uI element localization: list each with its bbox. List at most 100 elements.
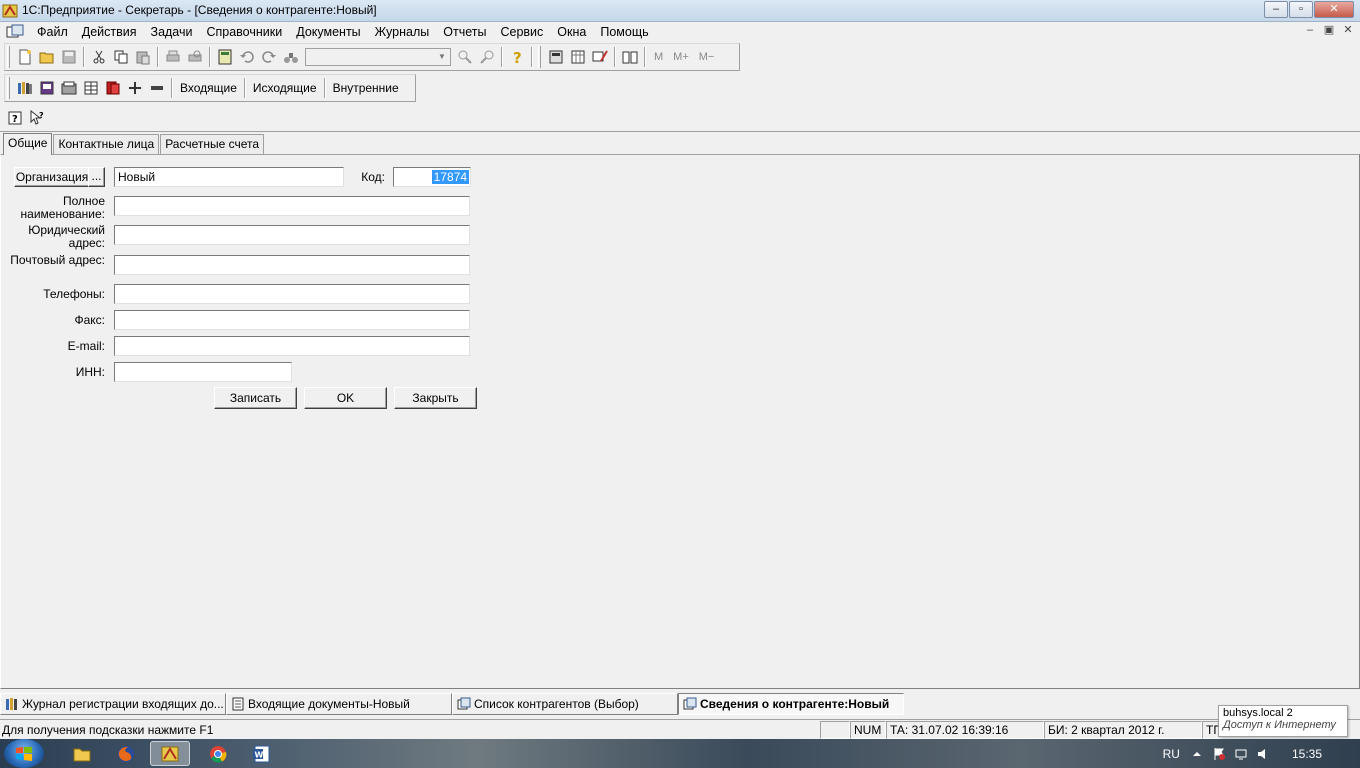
clock[interactable]: 15:35 [1292, 747, 1322, 761]
close-button[interactable]: ✕ [1314, 1, 1354, 18]
find-button[interactable] [280, 46, 302, 68]
organization-select-button[interactable]: ... [88, 167, 105, 187]
legal-address-input[interactable] [114, 225, 470, 245]
chevron-up-icon[interactable] [1190, 747, 1204, 761]
close-form-button[interactable]: Закрыть [394, 387, 477, 409]
maximize-button[interactable]: ▫ [1289, 1, 1313, 18]
name-input[interactable]: Новый [114, 167, 344, 187]
code-value: 17874 [431, 170, 469, 184]
window-tab-counterparties[interactable]: Список контрагентов (Выбор) [452, 693, 678, 715]
docs-button[interactable] [58, 77, 80, 99]
menu-journals[interactable]: Журналы [368, 25, 437, 39]
find-next-button[interactable] [454, 46, 476, 68]
language-indicator[interactable]: RU [1163, 747, 1180, 761]
help-button[interactable]: ? [506, 46, 528, 68]
volume-icon[interactable] [1256, 747, 1270, 761]
1c-app-icon [161, 746, 179, 761]
taskbar-1c[interactable] [150, 741, 190, 766]
menu-tasks[interactable]: Задачи [144, 25, 200, 39]
mdi-close-button[interactable]: ✕ [1340, 24, 1356, 38]
taskbar-firefox[interactable] [106, 741, 146, 766]
copy-button[interactable] [110, 46, 132, 68]
find-prev-button[interactable] [476, 46, 498, 68]
journal-button[interactable] [36, 77, 58, 99]
toolbar-grip-2[interactable] [538, 46, 541, 68]
menu-file[interactable]: Файл [30, 25, 75, 39]
save-toolbar-button[interactable] [58, 46, 80, 68]
menu-actions[interactable]: Действия [75, 25, 144, 39]
postal-address-input[interactable] [114, 255, 470, 275]
folder-icon [73, 748, 91, 761]
taskbar-chrome[interactable] [198, 741, 238, 766]
menu-documents[interactable]: Документы [289, 25, 367, 39]
print-preview-button[interactable] [184, 46, 206, 68]
outgoing-button[interactable]: Исходящие [249, 77, 321, 99]
taskbar-explorer[interactable] [62, 741, 102, 766]
menu-help[interactable]: Помощь [593, 25, 655, 39]
menu-catalogs[interactable]: Справочники [199, 25, 289, 39]
mdi-restore-button[interactable]: ▣ [1321, 24, 1337, 38]
add-column-button[interactable] [124, 77, 146, 99]
incoming-button[interactable]: Входящие [176, 77, 241, 99]
toolbar-grip[interactable] [7, 46, 10, 68]
email-input[interactable] [114, 336, 470, 356]
document-window-icon[interactable] [6, 24, 24, 40]
text-button[interactable] [589, 46, 611, 68]
window-tab-counterparty-info[interactable]: Сведения о контрагенте:Новый [678, 693, 904, 715]
window-tab-label: Входящие документы-Новый [248, 697, 410, 711]
window-list-bar: Журнал регистрации входящих до... Входящ… [0, 693, 1360, 717]
memory-button[interactable]: M [649, 51, 668, 63]
registry-button[interactable] [14, 77, 36, 99]
redo-button[interactable] [258, 46, 280, 68]
calendar-button[interactable] [567, 46, 589, 68]
table-button[interactable] [80, 77, 102, 99]
cut-button[interactable] [88, 46, 110, 68]
form-window-icon [683, 697, 697, 710]
menu-reports[interactable]: Отчеты [436, 25, 493, 39]
new-button[interactable] [14, 46, 36, 68]
memory-minus-button[interactable]: M− [694, 51, 720, 63]
tab-panel-general: Организация ... Новый Код: 17874 Полное … [0, 154, 1360, 689]
window-tab-journal[interactable]: Журнал регистрации входящих до... [0, 693, 226, 715]
taskbar-word[interactable]: W [242, 741, 282, 766]
book-button[interactable] [619, 46, 641, 68]
tab-general[interactable]: Общие [3, 133, 53, 155]
ok-button[interactable]: OK [304, 387, 387, 409]
fax-input[interactable] [114, 310, 470, 330]
open-button[interactable] [36, 46, 58, 68]
undo-button[interactable] [236, 46, 258, 68]
inn-input[interactable] [114, 362, 292, 382]
network-tooltip: buhsys.local 2 Доступ к Интернету [1218, 705, 1348, 737]
code-input[interactable]: 17874 [393, 167, 471, 187]
tab-contacts[interactable]: Контактные лица [53, 134, 160, 154]
full-name-input[interactable] [114, 196, 470, 216]
folder-red-button[interactable] [102, 77, 124, 99]
mdi-minimize-button[interactable]: – [1302, 24, 1318, 38]
menu-windows[interactable]: Окна [550, 25, 593, 39]
phones-input[interactable] [114, 284, 470, 304]
toolbar2-grip[interactable] [7, 77, 10, 99]
status-num: NUM [850, 721, 886, 739]
print-button[interactable] [162, 46, 184, 68]
menu-bar: Файл Действия Задачи Справочники Докумен… [0, 22, 1360, 42]
tab-bank-accounts[interactable]: Расчетные счета [160, 134, 265, 154]
save-button[interactable]: Записать [214, 387, 297, 409]
menu-service[interactable]: Сервис [493, 25, 550, 39]
paste-button[interactable] [132, 46, 154, 68]
start-button[interactable] [4, 739, 44, 768]
internal-button[interactable]: Внутренние [329, 77, 403, 99]
remove-button[interactable] [146, 77, 168, 99]
memory-plus-button[interactable]: M+ [668, 51, 694, 63]
minimize-button[interactable]: – [1264, 1, 1288, 18]
action-center-flag-icon[interactable] [1212, 747, 1226, 761]
search-combo[interactable]: ▼ [305, 48, 451, 66]
network-icon[interactable] [1234, 747, 1248, 761]
organization-type-button[interactable]: Организация [14, 167, 90, 187]
calculator-button[interactable] [214, 46, 236, 68]
window-tab-incoming[interactable]: Входящие документы-Новый [226, 693, 452, 715]
calc-button[interactable] [545, 46, 567, 68]
whats-this-button[interactable]: ? [26, 107, 48, 129]
context-help-button[interactable]: ? [4, 107, 26, 129]
chevron-down-icon[interactable]: ▼ [435, 50, 449, 64]
tooltip-network-name: buhsys.local 2 [1223, 707, 1293, 719]
